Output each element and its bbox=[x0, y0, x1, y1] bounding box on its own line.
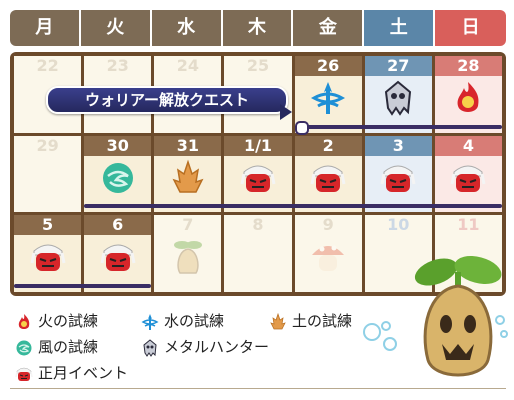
weekday-label: 土 bbox=[364, 10, 434, 46]
new-year-event-icon bbox=[98, 237, 138, 277]
day-number: 5 bbox=[14, 215, 82, 236]
sprout-mascot-icon bbox=[168, 237, 208, 277]
fire-trial-icon bbox=[448, 78, 488, 118]
day-number: 10 bbox=[387, 215, 410, 235]
event-span-start-dot bbox=[294, 120, 309, 135]
day-number: 11 bbox=[457, 215, 480, 235]
day-number: 30 bbox=[84, 135, 152, 156]
day-number: 8 bbox=[252, 215, 264, 235]
calendar-day-cell: 1/1 bbox=[224, 135, 292, 213]
day-number: 29 bbox=[36, 135, 59, 155]
wind-trial-icon bbox=[98, 158, 138, 198]
warrior-unlock-quest-banner: ウォリアー解放クエスト bbox=[46, 86, 288, 114]
fire-trial-icon bbox=[14, 312, 38, 330]
calendar-day-cell: 5 bbox=[14, 215, 82, 292]
calendar-day-cell: 6 bbox=[84, 215, 152, 292]
calendar-day-cell: 3 bbox=[364, 135, 432, 213]
day-number: 22 bbox=[36, 56, 59, 75]
new-year-event-icon bbox=[238, 158, 278, 198]
weekday-label: 木 bbox=[222, 10, 292, 46]
calendar-day-cell: 9 bbox=[294, 215, 362, 292]
divider bbox=[10, 388, 506, 389]
water-trial-icon bbox=[308, 78, 348, 118]
legend-label: 土の試練 bbox=[292, 312, 353, 330]
weekday-label: 日 bbox=[435, 10, 506, 46]
earth-trial-icon bbox=[168, 158, 208, 198]
water-trial-icon bbox=[140, 312, 164, 330]
legend-item: 土の試練 bbox=[268, 310, 352, 332]
legend-label: メタルハンター bbox=[164, 338, 270, 356]
legend-item: 正月イベント bbox=[14, 362, 128, 384]
day-number: 4 bbox=[434, 135, 502, 156]
day-number: 24 bbox=[176, 56, 199, 75]
day-number: 1/1 bbox=[224, 135, 292, 156]
day-number: 9 bbox=[322, 215, 334, 235]
wind-trial-icon bbox=[14, 338, 38, 356]
metal-hunter-icon bbox=[378, 78, 418, 118]
day-number: 25 bbox=[246, 56, 270, 75]
sprout-mascot-icon bbox=[408, 250, 508, 386]
calendar-day-cell: 28 bbox=[434, 56, 502, 133]
mushroom-mascot-icon bbox=[308, 237, 348, 277]
legend-label: 正月イベント bbox=[38, 364, 129, 382]
calendar-day-cell: 31 bbox=[154, 135, 222, 213]
earth-trial-icon bbox=[268, 312, 292, 330]
metal-hunter-icon bbox=[140, 338, 164, 357]
calendar-day-cell: 8 bbox=[224, 215, 292, 292]
weekday-header: 月火水木金土日 bbox=[10, 10, 506, 46]
calendar-day-cell: 27 bbox=[364, 56, 432, 133]
day-number: 26 bbox=[294, 56, 362, 76]
day-number: 23 bbox=[106, 56, 129, 75]
event-span-bar bbox=[84, 204, 502, 209]
legend-label: 水の試練 bbox=[164, 312, 225, 330]
day-number: 28 bbox=[434, 56, 502, 76]
new-year-event-icon bbox=[308, 158, 348, 198]
calendar-day-cell: 4 bbox=[434, 135, 502, 213]
calendar-day-cell: 7 bbox=[154, 215, 222, 292]
weekday-label: 水 bbox=[151, 10, 221, 46]
day-number: 31 bbox=[154, 135, 222, 156]
calendar-day-cell: 2 bbox=[294, 135, 362, 213]
legend-label: 火の試練 bbox=[38, 312, 99, 330]
legend-item: 水の試練 bbox=[140, 310, 224, 332]
legend-item: メタルハンター bbox=[140, 336, 269, 358]
day-number: 7 bbox=[182, 215, 194, 235]
banner-pointer bbox=[280, 104, 292, 120]
bubble-decoration bbox=[360, 318, 404, 358]
weekday-label: 金 bbox=[293, 10, 363, 46]
day-number: 3 bbox=[364, 135, 432, 156]
event-span-bar bbox=[298, 124, 502, 129]
day-number: 2 bbox=[294, 135, 362, 156]
legend-item: 火の試練 bbox=[14, 310, 98, 332]
weekday-label: 月 bbox=[10, 10, 79, 46]
calendar-day-cell: 30 bbox=[84, 135, 152, 213]
day-number: 6 bbox=[84, 215, 152, 236]
weekday-label: 火 bbox=[80, 10, 150, 46]
new-year-event-icon bbox=[448, 158, 488, 198]
new-year-event-icon bbox=[28, 237, 68, 277]
legend-label: 風の試練 bbox=[38, 338, 99, 356]
legend-item: 風の試練 bbox=[14, 336, 98, 358]
new-year-event-icon bbox=[378, 158, 418, 198]
new-year-event-icon bbox=[14, 364, 38, 382]
day-number: 27 bbox=[364, 56, 432, 76]
calendar-day-cell: 29 bbox=[14, 135, 82, 213]
event-span-bar bbox=[14, 284, 152, 288]
